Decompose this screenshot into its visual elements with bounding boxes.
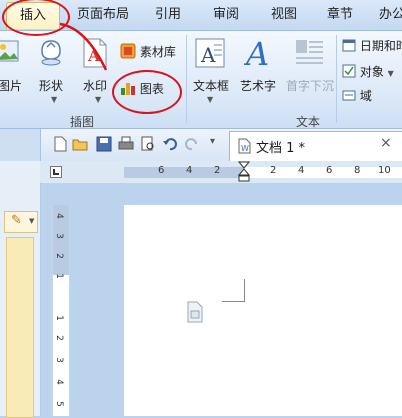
field-label: 域 xyxy=(359,89,372,103)
datetime-button[interactable]: 日期和时 xyxy=(342,37,402,54)
vruler-tick: 5 xyxy=(53,401,64,407)
ruler-margin-left xyxy=(124,167,244,178)
picture-label: 图片 xyxy=(0,79,23,93)
textbox-button[interactable]: A xyxy=(194,37,226,72)
document-tab-title: 文档 1 * xyxy=(256,141,306,156)
drop-cap-label: 首字下沉 xyxy=(286,79,335,93)
tab-sections[interactable]: 章节 xyxy=(318,2,362,28)
save-icon[interactable] xyxy=(96,136,112,152)
group-separator xyxy=(186,35,187,123)
object-label: 对象 xyxy=(359,65,384,79)
tab-view[interactable]: 视图 xyxy=(262,2,306,28)
print-icon[interactable] xyxy=(118,136,134,152)
group-label-text: 文本 xyxy=(296,115,321,129)
textbox-icon: A xyxy=(195,38,225,68)
margin-corner-mark xyxy=(222,279,245,302)
svg-text:A: A xyxy=(200,43,216,67)
ruler-tick: 6 xyxy=(326,165,333,176)
navigation-strip xyxy=(6,237,34,418)
redo-icon[interactable] xyxy=(184,136,200,152)
document-icon: W xyxy=(238,138,251,154)
new-document-icon[interactable] xyxy=(52,136,68,152)
annotation-stroke xyxy=(59,22,108,71)
picture-icon xyxy=(0,40,19,62)
annotation-circle-chart xyxy=(112,70,182,114)
textbox-dropdown-icon[interactable]: ▼ xyxy=(207,95,213,104)
pen-dropdown-icon[interactable]: ▼ xyxy=(29,217,34,225)
field-button[interactable]: 域 xyxy=(342,87,372,104)
shape-dropdown-icon[interactable]: ▼ xyxy=(51,95,57,104)
left-side-panel: ✎ ▼ xyxy=(0,161,41,418)
field-icon xyxy=(342,90,356,101)
tab-review[interactable]: 审阅 xyxy=(204,2,248,28)
vruler-tick: 2 xyxy=(53,335,64,341)
vruler-tick: 3 xyxy=(53,233,64,239)
vruler-tick: 4 xyxy=(53,379,64,385)
vruler-tick: 1 xyxy=(53,273,64,279)
left-pane-header xyxy=(0,129,41,161)
drop-cap-icon xyxy=(296,40,323,64)
vertical-ruler: 4 3 2 1 1 2 3 4 5 xyxy=(52,205,70,416)
tab-office[interactable]: 办公 xyxy=(370,2,402,28)
close-icon[interactable]: × xyxy=(380,135,392,151)
object-icon xyxy=(342,64,356,78)
vruler-tick: 1 xyxy=(53,315,64,321)
art-text-icon: A xyxy=(243,35,269,73)
horizontal-ruler: 6 4 2 2 4 6 8 10 xyxy=(40,161,402,184)
toolbar-customize-icon[interactable]: ▾ xyxy=(210,136,215,147)
calendar-icon xyxy=(342,39,356,52)
object-button[interactable]: 对象 ▼ xyxy=(342,63,394,80)
object-dropdown-icon[interactable]: ▼ xyxy=(388,69,394,78)
material-library-label: 素材库 xyxy=(139,45,176,59)
pen-icon: ✎ xyxy=(11,213,22,228)
ruler-tick: 2 xyxy=(214,165,221,176)
material-library-button[interactable]: 素材库 xyxy=(120,43,176,60)
workspace-background xyxy=(41,183,402,205)
svg-text:W: W xyxy=(241,144,249,153)
drop-cap-button[interactable] xyxy=(294,37,324,72)
svg-text:A: A xyxy=(244,35,269,69)
ruler-tick: 10 xyxy=(378,165,391,176)
ruler-tick: 2 xyxy=(270,165,277,176)
picture-button[interactable] xyxy=(0,37,20,68)
ruler-tick: 4 xyxy=(186,165,193,176)
document-tab[interactable]: W 文档 1 * × xyxy=(229,131,402,161)
vruler-tick: 4 xyxy=(53,213,64,219)
watermark-dropdown-icon[interactable]: ▼ xyxy=(95,95,101,104)
ruler-tick: 6 xyxy=(158,165,165,176)
datetime-label: 日期和时 xyxy=(359,39,402,53)
tab-references[interactable]: 引用 xyxy=(146,2,190,28)
document-page[interactable] xyxy=(124,205,402,416)
paste-options-icon[interactable] xyxy=(186,301,204,323)
group-label-illustrations: 插图 xyxy=(70,115,95,129)
ruler-tick: 8 xyxy=(354,165,361,176)
print-preview-icon[interactable] xyxy=(140,136,156,152)
art-text-button[interactable]: A xyxy=(243,35,274,73)
pen-tool-button[interactable]: ✎ ▼ xyxy=(4,211,38,233)
art-text-label: 艺术字 xyxy=(240,79,277,93)
vruler-tick: 2 xyxy=(53,253,64,259)
vruler-tick: 3 xyxy=(53,357,64,363)
ruler-tick: 4 xyxy=(298,165,305,176)
tab-stop-selector[interactable] xyxy=(50,166,62,178)
textbox-label: 文本框 xyxy=(193,79,230,93)
open-folder-icon[interactable] xyxy=(72,136,88,152)
indent-marker[interactable] xyxy=(238,161,250,183)
group-separator xyxy=(336,35,337,123)
undo-icon[interactable] xyxy=(162,136,178,152)
